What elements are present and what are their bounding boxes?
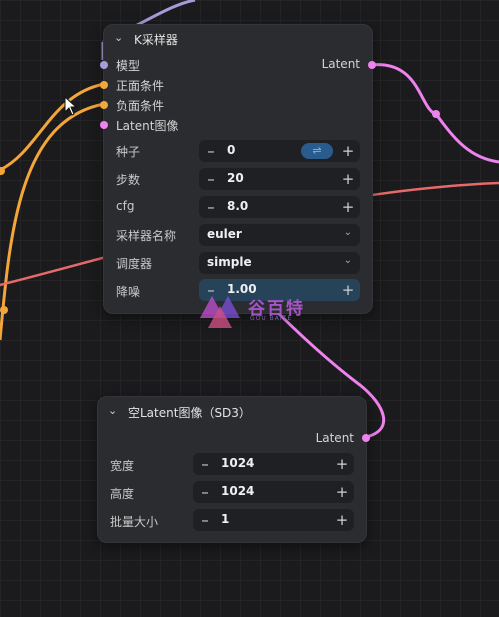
plus-icon[interactable]: + (338, 141, 358, 161)
plus-icon[interactable]: + (332, 482, 352, 502)
plus-icon[interactable]: + (332, 510, 352, 530)
height-label: 高度 (110, 487, 135, 501)
minus-icon[interactable]: – (195, 510, 215, 530)
seed-widget[interactable]: – 0 ⇌ + (199, 140, 360, 162)
input-label-latent: Latent图像 (116, 119, 179, 133)
input-dot-model[interactable] (100, 61, 108, 69)
input-dot-negative[interactable] (100, 101, 108, 109)
sampler-select[interactable]: euler ⌄ (199, 224, 360, 246)
input-label-positive: 正面条件 (116, 79, 165, 93)
input-dot-latent[interactable] (100, 121, 108, 129)
chevron-down-icon[interactable]: ⌄ (108, 404, 117, 417)
width-value[interactable]: 1024 (221, 456, 254, 470)
input-label-model: 模型 (116, 59, 141, 73)
watermark-subtext: GOU BAITE (250, 315, 293, 322)
minus-icon[interactable]: – (195, 454, 215, 474)
triangle-logo-icon (200, 296, 240, 328)
scheduler-label: 调度器 (116, 257, 153, 271)
minus-icon[interactable]: – (201, 141, 221, 161)
sampler-label: 采样器名称 (116, 229, 177, 243)
input-label-negative: 负面条件 (116, 99, 165, 113)
chevron-down-icon[interactable]: ⌄ (344, 255, 352, 266)
watermark-logo: 谷百特 GOU BAITE (200, 292, 310, 332)
sampler-value: euler (207, 227, 242, 241)
ksampler-node[interactable]: ⌄ K采样器 模型 正面条件 负面条件 Latent图像 Latent 种子 –… (100, 24, 376, 314)
chevron-down-icon[interactable]: ⌄ (344, 227, 352, 238)
batch-label: 批量大小 (110, 515, 159, 529)
height-widget[interactable]: – 1024 + (193, 481, 354, 503)
scheduler-value: simple (207, 255, 252, 269)
wire-dot (0, 306, 8, 314)
minus-icon[interactable]: – (201, 169, 221, 189)
steps-widget[interactable]: – 20 + (199, 168, 360, 190)
empty-latent-node[interactable]: ⌄ 空Latent图像（SD3） Latent 宽度 – 1024 + 高度 –… (97, 396, 370, 543)
red-wire-upper (371, 181, 499, 197)
steps-value[interactable]: 20 (227, 171, 244, 185)
empty-latent-header[interactable]: ⌄ 空Latent图像（SD3） (98, 397, 366, 423)
denoise-label: 降噪 (116, 285, 141, 299)
empty-latent-title: 空Latent图像（SD3） (128, 406, 251, 420)
minus-icon[interactable]: – (201, 197, 221, 217)
plus-icon[interactable]: + (338, 169, 358, 189)
plus-icon[interactable]: + (332, 454, 352, 474)
width-label: 宽度 (110, 459, 135, 473)
scheduler-select[interactable]: simple ⌄ (199, 252, 360, 274)
ksampler-header[interactable]: ⌄ K采样器 (104, 25, 372, 51)
seed-label: 种子 (116, 145, 141, 159)
output-dot-latent[interactable] (362, 434, 370, 442)
input-dot-positive[interactable] (100, 81, 108, 89)
seed-value[interactable]: 0 (227, 143, 235, 157)
steps-label: 步数 (116, 173, 141, 187)
plus-icon[interactable]: + (338, 280, 358, 300)
mouse-pointer-icon (64, 96, 78, 116)
cfg-value[interactable]: 8.0 (227, 199, 248, 213)
cfg-label: cfg (116, 199, 135, 213)
ksampler-title: K采样器 (134, 33, 178, 47)
wire-dot (432, 110, 440, 118)
negative-conditioning-wire (0, 102, 105, 341)
minus-icon[interactable]: – (195, 482, 215, 502)
output-dot-latent[interactable] (368, 61, 376, 69)
output-label-latent: Latent (321, 57, 360, 71)
batch-widget[interactable]: – 1 + (193, 509, 354, 531)
batch-value[interactable]: 1 (221, 512, 229, 526)
width-widget[interactable]: – 1024 + (193, 453, 354, 475)
shuffle-icon[interactable]: ⇌ (301, 143, 333, 159)
cfg-widget[interactable]: – 8.0 + (199, 196, 360, 218)
output-label-latent: Latent (315, 431, 354, 445)
plus-icon[interactable]: + (338, 197, 358, 217)
chevron-down-icon[interactable]: ⌄ (114, 31, 123, 44)
positive-conditioning-wire (0, 82, 105, 172)
height-value[interactable]: 1024 (221, 484, 254, 498)
